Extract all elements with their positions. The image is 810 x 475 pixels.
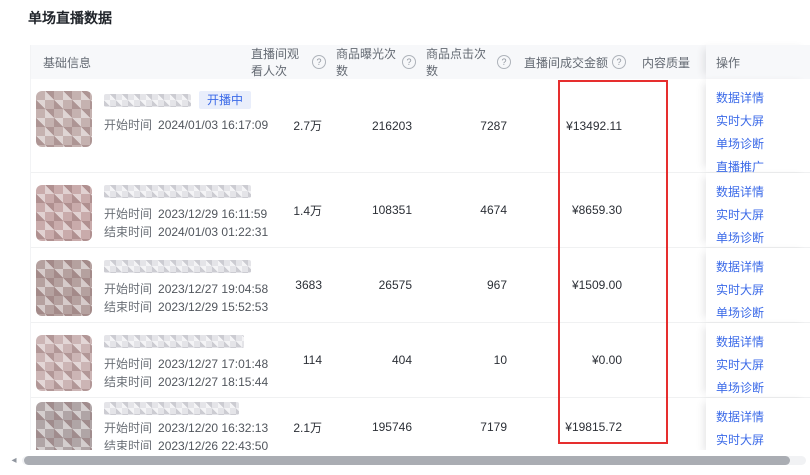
op-link-data-detail[interactable]: 数据详情 bbox=[716, 181, 764, 204]
info-icon[interactable]: ? bbox=[312, 55, 326, 69]
quality-cell bbox=[636, 79, 706, 172]
gmv-value: ¥0.00 bbox=[521, 323, 636, 397]
column-header-base: 基础信息 bbox=[31, 54, 251, 71]
start-time: 开始时间2023/12/27 19:04:58 bbox=[104, 280, 251, 298]
ops-cell: 数据详情 实时大屏 单场诊断 bbox=[706, 248, 810, 322]
end-time: 结束时间2023/12/29 15:52:53 bbox=[104, 298, 251, 316]
base-info-cell: 开始时间2023/12/27 19:04:58 结束时间2023/12/29 1… bbox=[31, 248, 251, 322]
gmv-value: ¥8659.30 bbox=[521, 173, 636, 247]
op-link-data-detail[interactable]: 数据详情 bbox=[716, 256, 764, 279]
ops-cell: 数据详情 实时大屏 单场诊断 bbox=[706, 323, 810, 397]
live-cover-thumbnail[interactable] bbox=[36, 335, 92, 391]
blurred-live-title bbox=[104, 402, 239, 415]
op-link-realtime-screen[interactable]: 实时大屏 bbox=[716, 204, 764, 227]
status-badge: 开播中 bbox=[199, 91, 251, 109]
base-info-cell: 开始时间2023/12/20 16:32:13 结束时间2023/12/26 2… bbox=[31, 398, 251, 456]
clicks-value: 10 bbox=[426, 323, 521, 397]
op-link-data-detail[interactable]: 数据详情 bbox=[716, 87, 764, 110]
end-time: 结束时间2024/01/03 01:22:31 bbox=[104, 223, 251, 241]
exposure-value: 26575 bbox=[336, 248, 426, 322]
clicks-value: 967 bbox=[426, 248, 521, 322]
end-time: 结束时间2023/12/27 18:15:44 bbox=[104, 373, 251, 391]
exposure-value: 216203 bbox=[336, 79, 426, 172]
scroll-left-arrow[interactable]: ◂ bbox=[6, 455, 22, 466]
column-header-views: 直播间观看人次? bbox=[251, 45, 336, 79]
table-header: 基础信息 直播间观看人次? 商品曝光次数? 商品点击次数? 直播间成交金额? 内… bbox=[31, 45, 810, 79]
live-data-table: 基础信息 直播间观看人次? 商品曝光次数? 商品点击次数? 直播间成交金额? 内… bbox=[30, 45, 810, 457]
quality-cell bbox=[636, 173, 706, 247]
quality-cell bbox=[636, 398, 706, 456]
clicks-value: 7287 bbox=[426, 79, 521, 172]
op-link-session-diagnosis[interactable]: 单场诊断 bbox=[716, 227, 764, 250]
base-info-cell: 开始时间2023/12/29 16:11:59 结束时间2024/01/03 0… bbox=[31, 173, 251, 247]
column-header-quality: 内容质量 bbox=[636, 54, 706, 71]
views-value: 114 bbox=[251, 323, 336, 397]
op-link-realtime-screen[interactable]: 实时大屏 bbox=[716, 429, 764, 452]
column-header-clicks: 商品点击次数? bbox=[426, 45, 521, 79]
gmv-value: ¥1509.00 bbox=[521, 248, 636, 322]
table-row: 开始时间2023/12/20 16:32:13 结束时间2023/12/26 2… bbox=[31, 398, 810, 457]
table-row: 开始时间2023/12/27 17:01:48 结束时间2023/12/27 1… bbox=[31, 323, 810, 398]
live-cover-thumbnail[interactable] bbox=[36, 185, 92, 241]
views-value: 2.1万 bbox=[251, 398, 336, 456]
quality-cell bbox=[636, 323, 706, 397]
op-link-realtime-screen[interactable]: 实时大屏 bbox=[716, 354, 764, 377]
table-row: 开播中 开始时间2024/01/03 16:17:09 2.7万 216203 … bbox=[31, 79, 810, 173]
exposure-value: 108351 bbox=[336, 173, 426, 247]
op-link-session-diagnosis[interactable]: 单场诊断 bbox=[716, 302, 764, 325]
table-row: 开始时间2023/12/27 19:04:58 结束时间2023/12/29 1… bbox=[31, 248, 810, 323]
info-icon[interactable]: ? bbox=[402, 55, 416, 69]
column-header-exposure: 商品曝光次数? bbox=[336, 45, 426, 79]
info-icon[interactable]: ? bbox=[497, 55, 511, 69]
horizontal-scrollbar: ◂ bbox=[0, 450, 810, 471]
blurred-live-title bbox=[104, 94, 191, 107]
clicks-value: 7179 bbox=[426, 398, 521, 456]
views-value: 3683 bbox=[251, 248, 336, 322]
gmv-value: ¥19815.72 bbox=[521, 398, 636, 456]
blurred-live-title bbox=[104, 335, 244, 348]
ops-cell: 数据详情 实时大屏 单场诊断 直播推广 bbox=[706, 79, 810, 172]
start-time: 开始时间2023/12/20 16:32:13 bbox=[104, 419, 251, 437]
views-value: 1.4万 bbox=[251, 173, 336, 247]
blurred-live-title bbox=[104, 185, 251, 198]
blurred-live-title bbox=[104, 260, 251, 273]
start-time: 开始时间2023/12/27 17:01:48 bbox=[104, 355, 251, 373]
op-link-session-diagnosis[interactable]: 单场诊断 bbox=[716, 377, 764, 400]
table-row: 开始时间2023/12/29 16:11:59 结束时间2024/01/03 0… bbox=[31, 173, 810, 248]
column-header-gmv: 直播间成交金额? bbox=[521, 54, 636, 71]
live-cover-thumbnail[interactable] bbox=[36, 91, 92, 147]
exposure-value: 195746 bbox=[336, 398, 426, 456]
column-header-ops: 操作 bbox=[706, 45, 810, 79]
base-info-cell: 开始时间2023/12/27 17:01:48 结束时间2023/12/27 1… bbox=[31, 323, 251, 397]
op-link-realtime-screen[interactable]: 实时大屏 bbox=[716, 279, 764, 302]
page-title: 单场直播数据 bbox=[28, 8, 112, 28]
ops-cell: 数据详情 实时大屏 单场诊断 bbox=[706, 398, 810, 456]
base-info-cell: 开播中 开始时间2024/01/03 16:17:09 bbox=[31, 79, 251, 172]
quality-cell bbox=[636, 248, 706, 322]
live-cover-thumbnail[interactable] bbox=[36, 260, 92, 316]
exposure-value: 404 bbox=[336, 323, 426, 397]
start-time: 开始时间2024/01/03 16:17:09 bbox=[104, 116, 251, 134]
op-link-realtime-screen[interactable]: 实时大屏 bbox=[716, 110, 764, 133]
info-icon[interactable]: ? bbox=[612, 55, 626, 69]
scrollbar-thumb[interactable] bbox=[24, 456, 790, 465]
op-link-data-detail[interactable]: 数据详情 bbox=[716, 331, 764, 354]
clicks-value: 4674 bbox=[426, 173, 521, 247]
ops-cell: 数据详情 实时大屏 单场诊断 bbox=[706, 173, 810, 247]
op-link-data-detail[interactable]: 数据详情 bbox=[716, 406, 764, 429]
op-link-session-diagnosis[interactable]: 单场诊断 bbox=[716, 133, 764, 156]
scrollbar-track[interactable] bbox=[22, 456, 806, 465]
gmv-value: ¥13492.11 bbox=[521, 79, 636, 172]
views-value: 2.7万 bbox=[251, 79, 336, 172]
start-time: 开始时间2023/12/29 16:11:59 bbox=[104, 205, 251, 223]
